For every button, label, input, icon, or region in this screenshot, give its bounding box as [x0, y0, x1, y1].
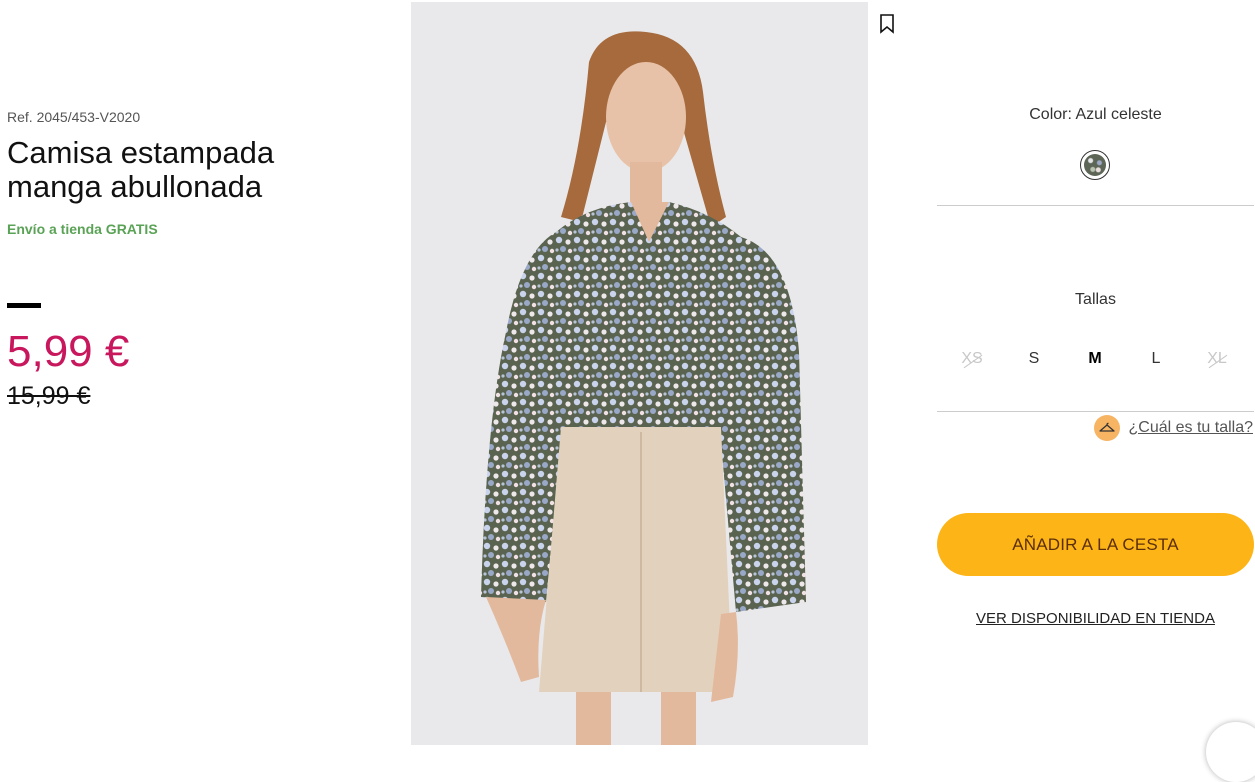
size-option-m[interactable]: M: [1075, 350, 1115, 368]
shipping-info: Envío a tienda GRATIS: [7, 221, 158, 237]
purchase-panel: Color: Azul celeste Tallas XS S M L XL ¿…: [937, 0, 1255, 745]
size-option-s[interactable]: S: [1014, 350, 1054, 368]
product-reference: Ref. 2045/453-V2020: [7, 109, 141, 125]
size-guide-link[interactable]: ¿Cuál es tu talla?: [1094, 414, 1253, 442]
sizes-label: Tallas: [1075, 291, 1116, 308]
old-price: 15,99 €: [7, 382, 91, 410]
product-image[interactable]: [411, 2, 868, 745]
store-availability-link[interactable]: VER DISPONIBILIDAD EN TIENDA: [937, 610, 1254, 627]
divider: [937, 205, 1254, 206]
price-divider: [7, 303, 41, 308]
chat-icon[interactable]: [1206, 722, 1255, 782]
size-option-xl[interactable]: XL: [1197, 350, 1237, 368]
size-selector: XS S M L XL: [937, 350, 1254, 374]
size-option-l[interactable]: L: [1136, 350, 1176, 368]
hanger-icon: [1094, 415, 1121, 441]
current-price: 5,99 €: [7, 327, 130, 376]
model-photo: [411, 2, 868, 745]
color-swatch[interactable]: [1080, 150, 1110, 180]
product-title: Camisa estampada manga abullonada: [7, 135, 275, 204]
bookmark-icon[interactable]: [879, 14, 895, 34]
size-guide-label[interactable]: ¿Cuál es tu talla?: [1128, 419, 1253, 437]
size-option-xs[interactable]: XS: [952, 350, 992, 368]
add-to-cart-button[interactable]: AÑADIR A LA CESTA: [937, 513, 1254, 576]
divider: [937, 411, 1254, 412]
color-label: Color: Azul celeste: [1029, 106, 1162, 123]
